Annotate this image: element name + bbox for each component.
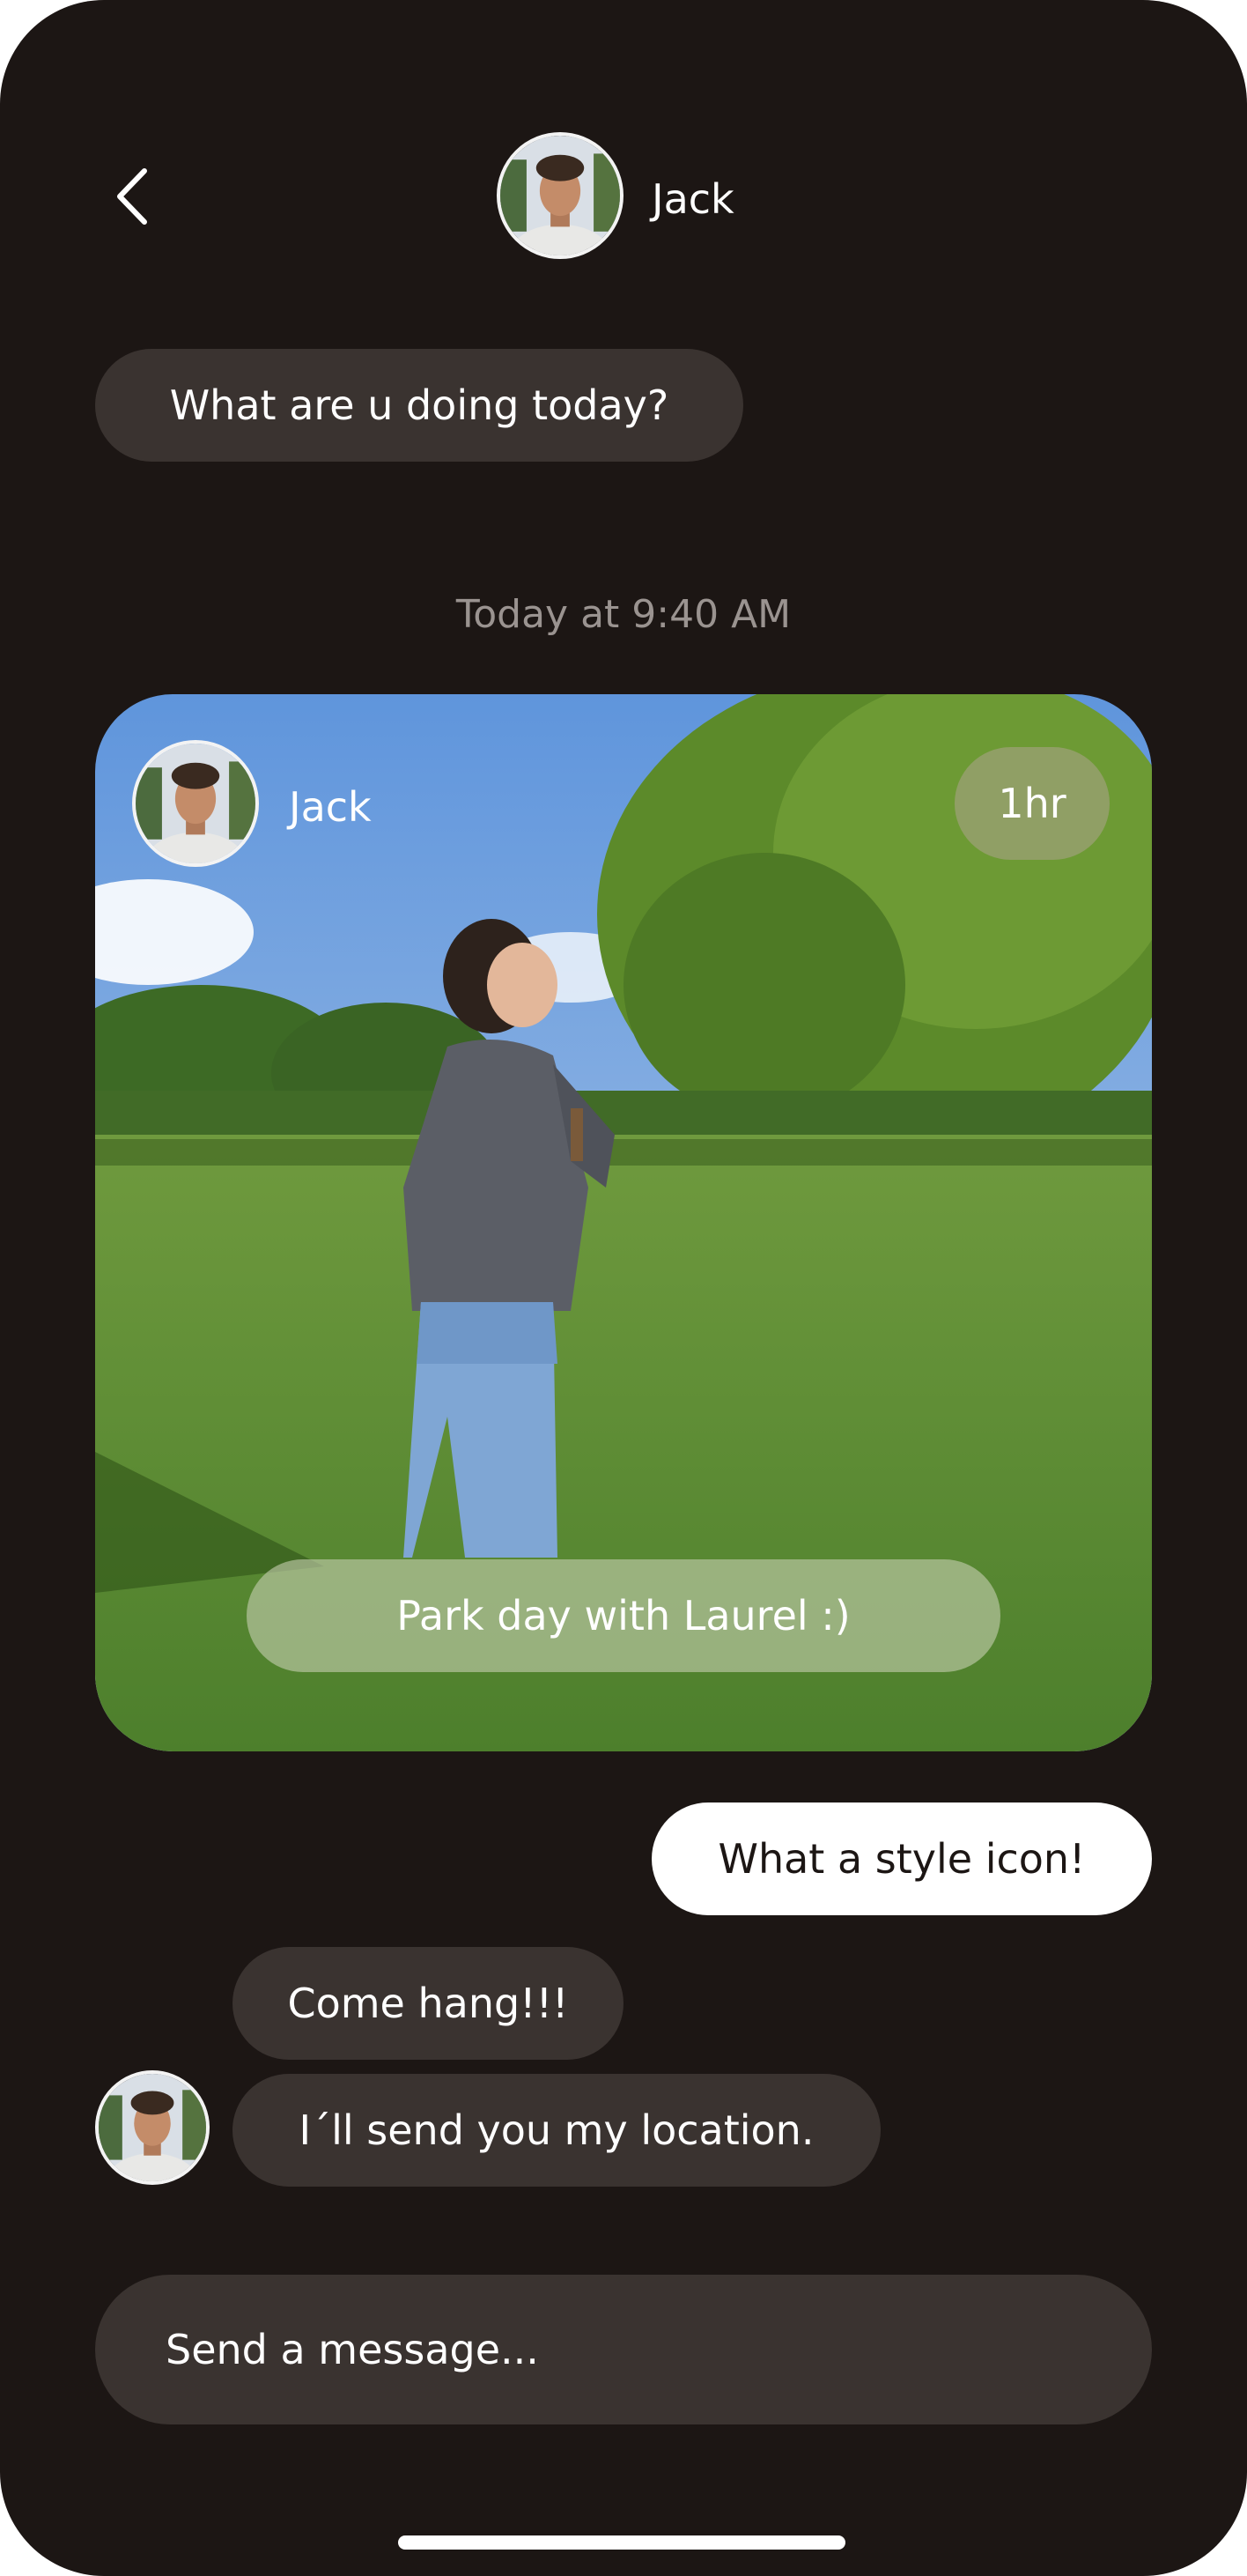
chevron-left-icon bbox=[117, 168, 147, 225]
message-bubble-incoming: Come hang!!! bbox=[232, 1947, 624, 2060]
contact-avatar[interactable] bbox=[497, 132, 624, 259]
avatar-image bbox=[500, 136, 620, 255]
message-bubble-incoming: I´ll send you my location. bbox=[232, 2074, 881, 2187]
avatar-image bbox=[136, 744, 255, 863]
avatar-image bbox=[99, 2074, 206, 2181]
photo-caption: Park day with Laurel :) bbox=[247, 1559, 1000, 1672]
message-input[interactable] bbox=[95, 2275, 1152, 2424]
photo-message[interactable]: Jack 1hr Park day with Laurel :) bbox=[95, 694, 1152, 1751]
contact-name: Jack bbox=[652, 175, 734, 223]
sender-avatar[interactable] bbox=[95, 2070, 210, 2185]
home-indicator[interactable] bbox=[398, 2535, 845, 2550]
message-bubble-incoming: What are u doing today? bbox=[95, 349, 743, 462]
back-button[interactable] bbox=[106, 166, 159, 227]
chat-screen: Jack What are u doing today? Today at 9:… bbox=[0, 0, 1247, 2576]
timestamp: Today at 9:40 AM bbox=[455, 592, 792, 637]
post-author-avatar[interactable] bbox=[132, 740, 259, 867]
message-bubble-outgoing: What a style icon! bbox=[652, 1802, 1152, 1915]
post-age-badge: 1hr bbox=[955, 747, 1110, 860]
post-author-name: Jack bbox=[289, 783, 372, 831]
